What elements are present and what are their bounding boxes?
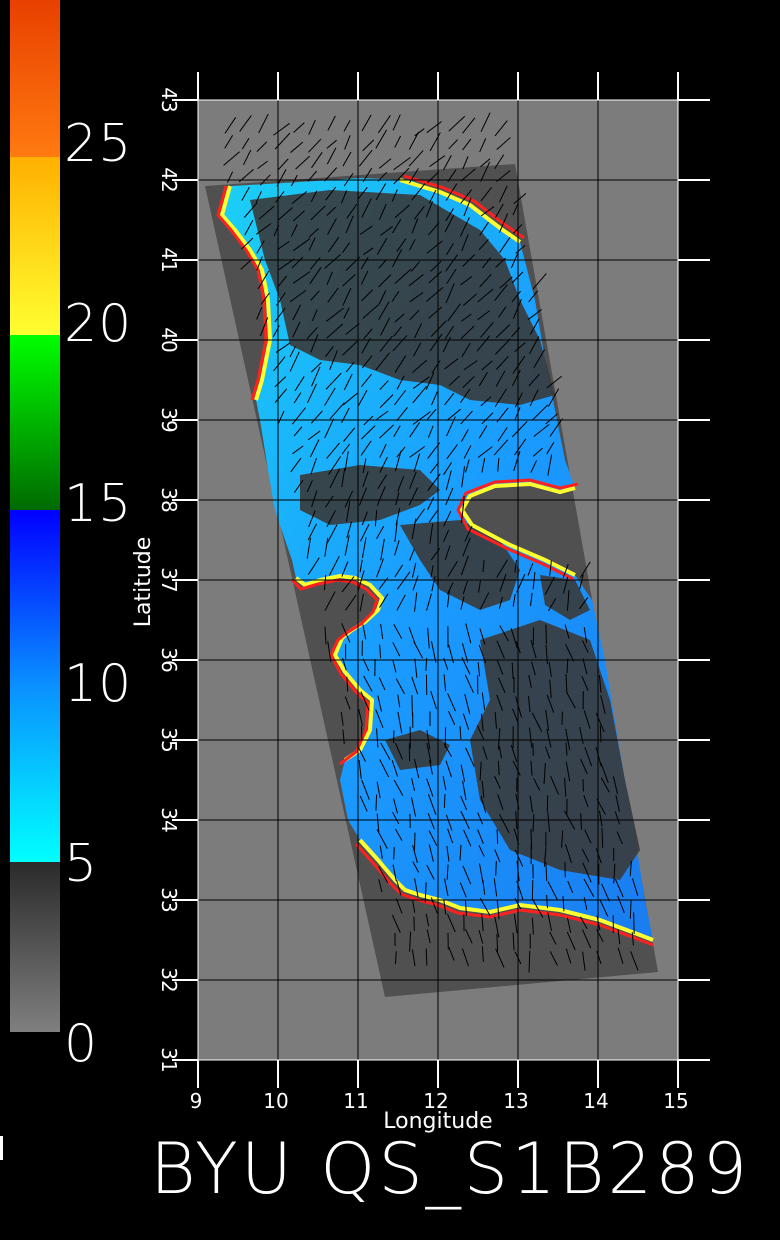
lat-tick-label-37: 37 [157, 567, 181, 592]
wind-vector [443, 794, 446, 808]
lon-tick-label-11: 11 [343, 1089, 368, 1113]
lon-tick-label-9: 9 [190, 1089, 203, 1113]
lon-tick-label-13: 13 [503, 1089, 528, 1113]
wind-vector [545, 624, 547, 645]
lat-tick-label-33: 33 [157, 887, 181, 912]
lon-tick-label-14: 14 [583, 1089, 608, 1113]
lon-tick-label-10: 10 [263, 1089, 288, 1113]
wind-vector [582, 779, 584, 792]
left-edge-mark [0, 1136, 3, 1160]
lat-tick-label-43: 43 [157, 87, 181, 112]
lat-tick-label-36: 36 [157, 647, 181, 672]
lat-tick-label-41: 41 [157, 247, 181, 272]
lat-tick-label-40: 40 [157, 327, 181, 352]
lat-tick-label-35: 35 [157, 727, 181, 752]
lat-tick-label-38: 38 [157, 487, 181, 512]
lat-tick-label-39: 39 [157, 407, 181, 432]
lat-tick-label-31: 31 [157, 1047, 181, 1072]
image-title: BYU QS_S1B289 [150, 1128, 751, 1210]
y-axis-title: Latitude [131, 537, 156, 628]
wind-vector [375, 794, 378, 811]
lat-tick-label-34: 34 [157, 807, 181, 832]
lat-tick-label-42: 42 [157, 167, 181, 192]
lat-tick-label-32: 32 [157, 967, 181, 992]
wind-vector [393, 847, 395, 860]
wind-vector [495, 861, 497, 876]
wind-speed-map: 9 10 11 12 13 14 15 31 32 33 34 35 36 37… [131, 72, 710, 1134]
lon-tick-label-15: 15 [663, 1089, 688, 1113]
